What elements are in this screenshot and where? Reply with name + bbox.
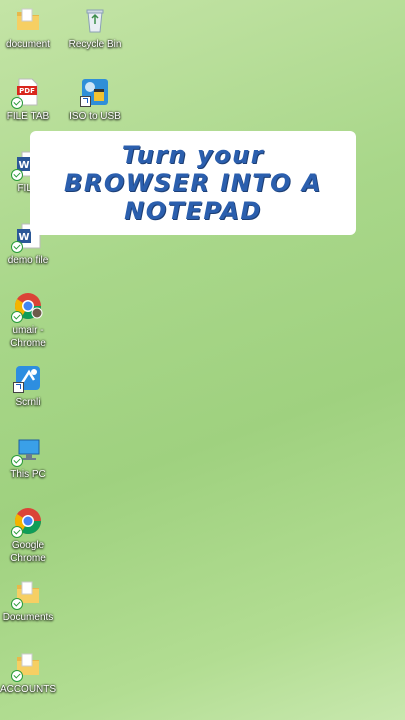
banner-title: Turn your BROWSER INTO A NOTEPAD: [64, 141, 322, 225]
shortcut-arrow-icon: [80, 96, 91, 107]
sync-check-icon: [11, 311, 23, 323]
icon-label: Recycle Bin: [68, 39, 122, 50]
scrnli-icon: [13, 363, 43, 393]
chrome-profile-icon: [11, 291, 43, 323]
desktop-icon-recycle-bin[interactable]: Recycle Bin: [64, 5, 126, 51]
desktop-icon-iso-to-usb[interactable]: ISO to USB: [64, 77, 126, 123]
icon-label: Documents: [2, 612, 54, 623]
sync-check-icon: [11, 455, 23, 467]
folder-icon: [11, 578, 43, 610]
icon-label: FILE TAB: [6, 111, 50, 122]
desktop-icon-accounts[interactable]: ACCOUNTS: [0, 650, 59, 696]
sync-check-icon: [11, 526, 23, 538]
sync-check-icon: [11, 670, 23, 682]
svg-text:PDF: PDF: [19, 87, 35, 95]
icon-label: ISO to USB: [69, 111, 121, 122]
icon-label: Scrnli: [15, 397, 41, 408]
sync-check-icon: [11, 598, 23, 610]
computer-icon: [11, 435, 43, 467]
desktop-icon-scrnli[interactable]: Scrnli: [0, 363, 59, 409]
recycle-bin-icon: [80, 5, 110, 35]
title-banner: Turn your BROWSER INTO A NOTEPAD: [30, 131, 356, 235]
folder-icon: [13, 5, 43, 35]
sync-check-icon: [11, 169, 23, 181]
desktop-icon-google-chrome[interactable]: Google Chrome: [0, 506, 59, 565]
sync-check-icon: [11, 97, 23, 109]
icon-label: This PC: [10, 469, 46, 480]
sync-check-icon: [11, 241, 23, 253]
desktop-icon-umair-chrome[interactable]: umair - Chrome: [0, 291, 59, 350]
icon-label: ACCOUNTS: [0, 684, 57, 695]
desktop-icon-documents[interactable]: Documents: [0, 578, 59, 624]
desktop-icon-document[interactable]: document: [0, 5, 59, 51]
icon-label: Google Chrome: [10, 540, 46, 564]
desktop-icon-file-tab[interactable]: PDF FILE TAB: [0, 77, 59, 123]
iso-to-usb-icon: [80, 77, 110, 107]
icon-label: umair - Chrome: [10, 325, 46, 349]
pdf-file-icon: PDF: [11, 77, 43, 109]
shortcut-arrow-icon: [13, 382, 24, 393]
chrome-icon: [11, 506, 43, 538]
folder-icon: [11, 650, 43, 682]
icon-label: document: [6, 39, 50, 50]
desktop-icon-this-pc[interactable]: This PC: [0, 435, 59, 481]
icon-label: demo file: [7, 255, 49, 266]
